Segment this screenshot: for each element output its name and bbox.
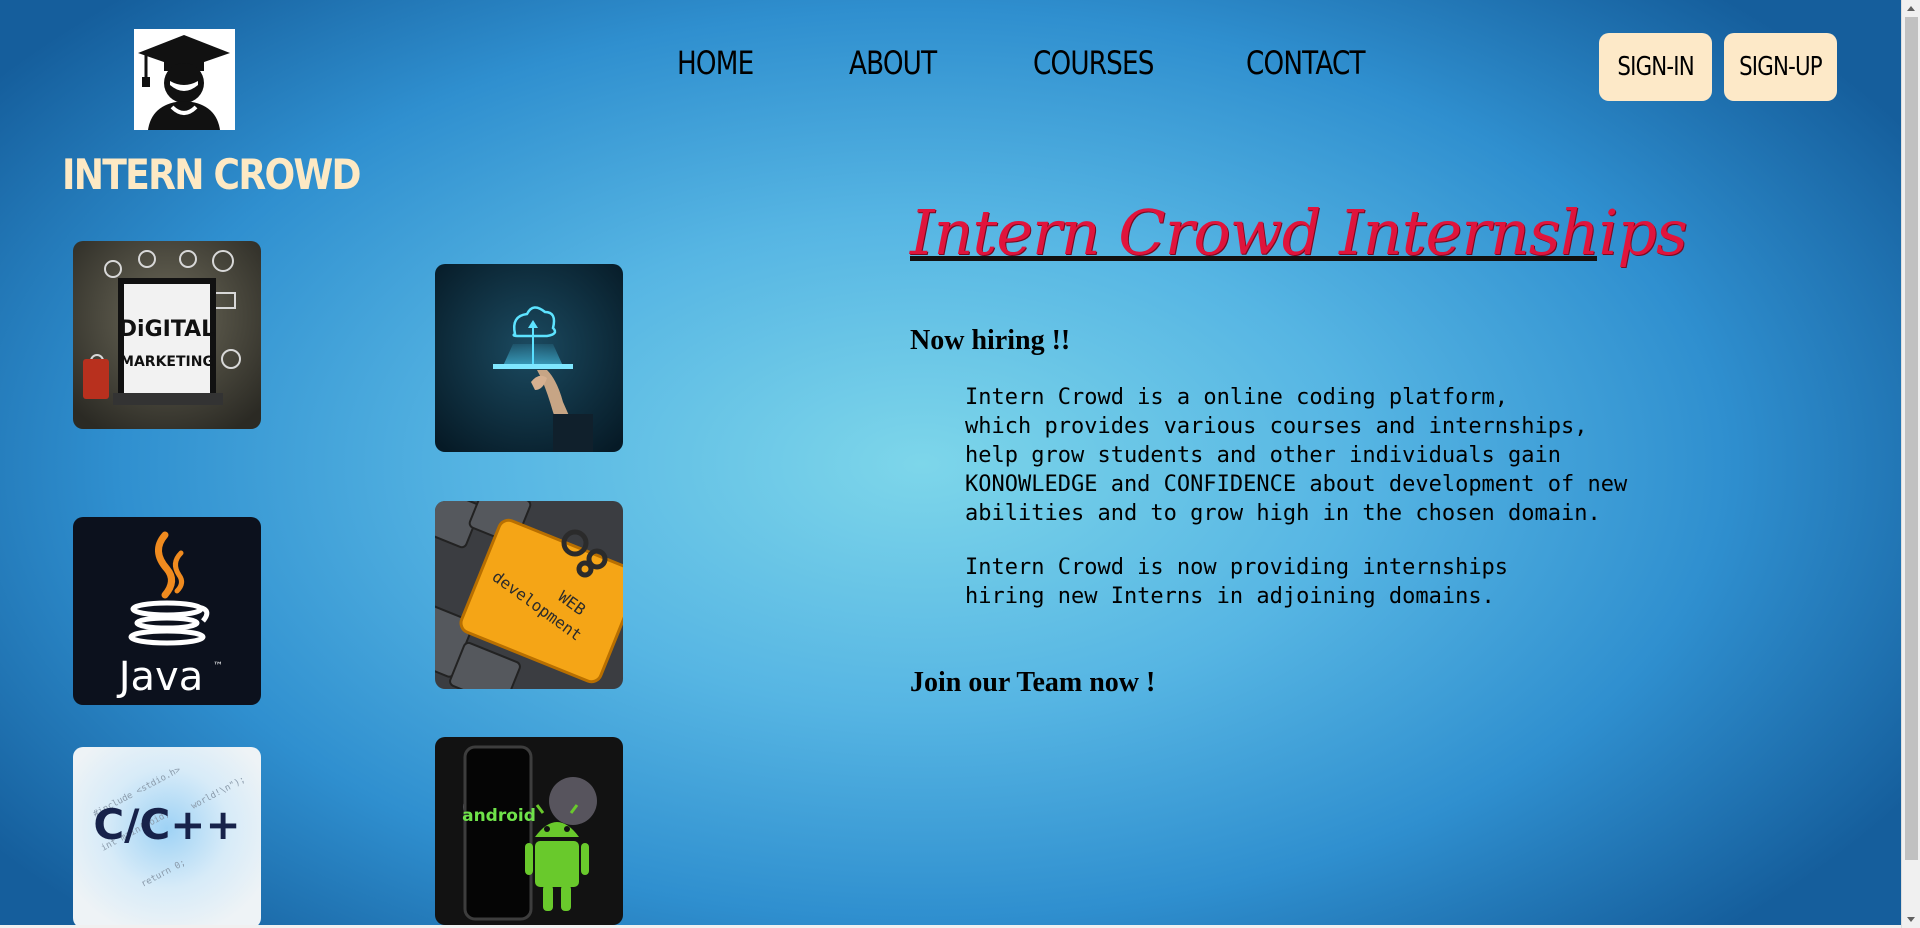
site-logo[interactable] (134, 29, 235, 130)
join-team-heading: Join our Team now ! (910, 667, 1156, 698)
vertical-scrollbar[interactable] (1901, 0, 1920, 928)
brand-name: INTERN CROWD (62, 150, 362, 199)
tile-cpp-label: C/C++ (93, 800, 240, 849)
tile-cloud[interactable] (435, 264, 623, 452)
scrollbar-thumb[interactable] (1905, 17, 1918, 860)
cpp-image: #include <stdio.h> int main(void) world!… (73, 747, 261, 928)
tile-java-label: Java (116, 654, 204, 700)
sign-in-button[interactable]: SIGN-IN (1599, 33, 1712, 101)
nav-courses[interactable]: COURSES (1033, 44, 1154, 82)
sign-up-button[interactable]: SIGN-UP (1724, 33, 1837, 101)
hiring-paragraph: Intern Crowd is now providing internship… (965, 555, 1509, 609)
java-logo-image: Java ™ (73, 517, 261, 705)
cloud-hand-image (435, 264, 623, 452)
nav-contact[interactable]: CONTACT (1246, 44, 1366, 82)
svg-text:™: ™ (213, 661, 223, 672)
android-image: android (435, 737, 623, 925)
tile-android-label: android (462, 806, 536, 826)
web-development-key-image: WEB development (435, 501, 623, 689)
scroll-up-arrow-icon[interactable] (1907, 6, 1915, 11)
tile-cpp[interactable]: #include <stdio.h> int main(void) world!… (73, 747, 261, 928)
tile-java[interactable]: Java ™ (73, 517, 261, 705)
graduate-cap-avatar-icon (138, 35, 230, 130)
now-hiring-heading: Now hiring !! (910, 325, 1071, 356)
digital-marketing-image: DiGITAL MARKETING (73, 241, 261, 429)
tile-dm-line1: DiGITAL (119, 317, 215, 342)
tile-dm-line2: MARKETING (120, 354, 214, 370)
scroll-down-arrow-icon[interactable] (1907, 917, 1915, 922)
tile-android[interactable]: android (435, 737, 623, 925)
hero-title-underline (910, 256, 1597, 261)
tile-web-development[interactable]: WEB development (435, 501, 623, 689)
nav-about[interactable]: ABOUT (849, 44, 937, 82)
tile-digital-marketing[interactable]: DiGITAL MARKETING (73, 241, 261, 429)
intro-paragraph: Intern Crowd is a online coding platform… (965, 385, 1628, 526)
nav-home[interactable]: HOME (677, 44, 754, 82)
